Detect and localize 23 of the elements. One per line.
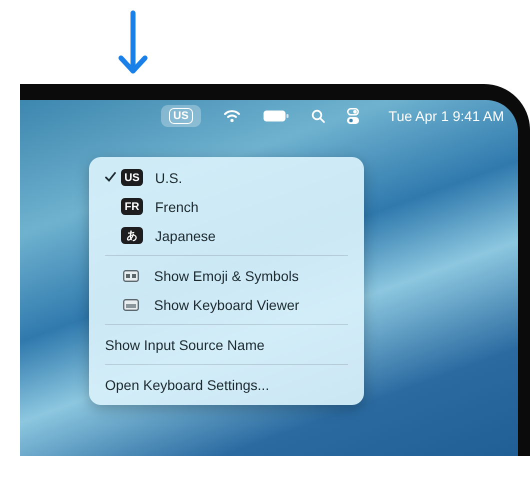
menu-item-label: U.S. bbox=[155, 170, 182, 186]
checkmark-icon bbox=[105, 172, 116, 182]
battery-icon[interactable] bbox=[262, 110, 289, 122]
control-center-icon[interactable] bbox=[346, 108, 359, 124]
down-arrow-icon bbox=[117, 10, 149, 76]
menu-item[interactable]: Show Input Source Name bbox=[97, 330, 356, 359]
emoji-window-icon bbox=[123, 270, 139, 282]
menu-item[interactable]: Open Keyboard Settings... bbox=[97, 370, 356, 399]
wifi-icon[interactable] bbox=[222, 109, 241, 123]
input-source-badge: FR bbox=[121, 198, 143, 215]
input-source-item[interactable]: US U.S. bbox=[97, 163, 356, 192]
input-source-item[interactable]: FR French bbox=[97, 192, 356, 221]
keyboard-window-icon bbox=[123, 298, 139, 310]
input-source-badge: あ bbox=[121, 227, 143, 244]
menu-item-label: Show Keyboard Viewer bbox=[154, 296, 300, 312]
menu-item[interactable]: Show Keyboard Viewer bbox=[97, 290, 356, 319]
search-icon[interactable] bbox=[310, 109, 325, 123]
input-source-item[interactable]: あ Japanese bbox=[97, 221, 356, 250]
menu-item-label: Show Emoji & Symbols bbox=[154, 268, 299, 284]
menu-item-label: French bbox=[155, 198, 199, 214]
menu-item-label: Japanese bbox=[155, 228, 216, 244]
input-source-badge: US bbox=[121, 169, 143, 186]
menu-item[interactable]: Show Emoji & Symbols bbox=[97, 261, 356, 290]
